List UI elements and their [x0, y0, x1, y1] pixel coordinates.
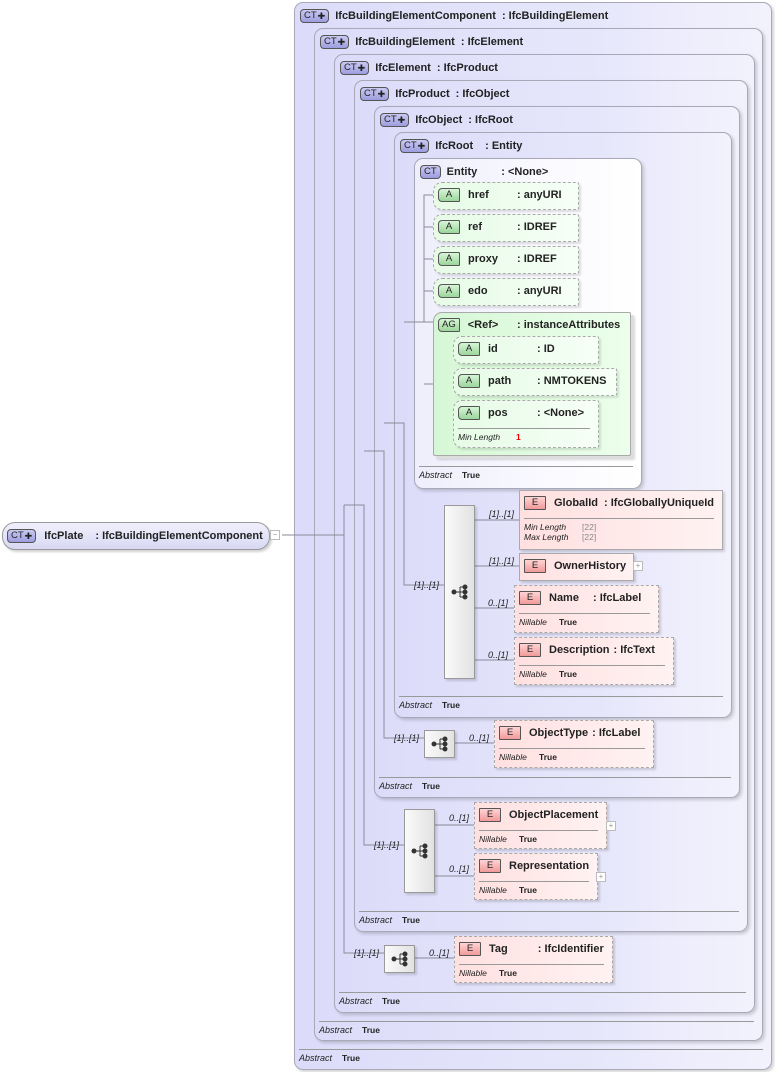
element-tag[interactable]: E Tag : IfcIdentifier Nillable True: [454, 936, 613, 983]
element-type: : IfcText: [613, 644, 655, 656]
element-facets: Min Length [22] Max Length [22]: [524, 518, 714, 542]
facet-min-length: Min Length 1: [458, 428, 590, 442]
element-type: : IfcIdentifier: [537, 943, 604, 955]
attribute-name: edo: [468, 285, 488, 297]
attribute-pos[interactable]: Apos : <None> Min Length 1: [453, 400, 599, 448]
sequence-cardinality: [1]..[1]: [414, 580, 440, 590]
element-name: GlobalId: [554, 497, 598, 509]
attribute-name: proxy: [468, 253, 498, 265]
attribute-edo[interactable]: Aedo : anyURI: [433, 278, 579, 306]
element-cardinality: 0..[1]: [449, 864, 470, 874]
attribute-badge: A: [438, 220, 460, 234]
sequence-ifcroot[interactable]: [444, 505, 475, 679]
element-name: ObjectPlacement: [509, 809, 599, 821]
element-name[interactable]: E Name : IfcLabel Nillable True: [514, 585, 659, 633]
type-name: IfcPlate: [44, 530, 84, 542]
attribute-id[interactable]: Aid : ID: [453, 336, 599, 364]
sequence-ifcelement[interactable]: [384, 945, 415, 973]
element-badge: E: [459, 942, 481, 956]
attribute-type: : NMTOKENS: [537, 375, 607, 387]
base-type: : IfcBuildingElementComponent: [95, 530, 263, 542]
element-type: : IfcLabel: [592, 592, 642, 604]
sequence-icon: [411, 843, 428, 859]
element-objecttype[interactable]: E ObjectType: IfcLabel Nillable True: [494, 720, 654, 768]
element-badge: E: [479, 859, 501, 873]
element-description[interactable]: E Description: IfcText Nillable True: [514, 637, 674, 685]
attribute-type: : <None>: [537, 407, 585, 419]
sequence-cardinality: [1]..[1]: [394, 733, 420, 743]
element-badge: E: [479, 808, 501, 822]
attribute-group-badge: AG: [438, 318, 460, 332]
attribute-name: pos: [488, 407, 508, 419]
expand-button[interactable]: +: [633, 561, 643, 571]
element-cardinality: 0..[1]: [469, 733, 490, 743]
group-type: : instanceAttributes: [517, 319, 621, 331]
attribute-name: href: [468, 189, 489, 201]
sequence-cardinality: [1]..[1]: [374, 840, 400, 850]
element-name: Tag: [489, 943, 508, 955]
expand-button[interactable]: +: [606, 821, 616, 831]
attribute-badge: A: [438, 284, 460, 298]
element-facets: Nillable True: [479, 881, 589, 895]
attribute-type: : ID: [537, 343, 555, 355]
element-badge: E: [519, 643, 541, 657]
element-badge: E: [524, 559, 546, 573]
element-cardinality: [1]..[1]: [489, 556, 515, 566]
attribute-type: : anyURI: [517, 285, 562, 297]
attribute-badge: A: [438, 252, 460, 266]
element-badge: E: [524, 496, 546, 510]
sequence-ifcproduct[interactable]: [404, 809, 435, 893]
complex-type-badge: CT ✚: [7, 529, 37, 543]
attribute-badge: A: [438, 188, 460, 202]
element-cardinality: [1]..[1]: [489, 509, 515, 519]
attribute-badge: A: [458, 374, 480, 388]
element-facets: Nillable True: [479, 830, 598, 844]
element-type: : IfcLabel: [592, 727, 641, 739]
element-badge: E: [519, 591, 541, 605]
attribute-badge: A: [458, 406, 480, 420]
attribute-type: : IDREF: [517, 253, 557, 265]
sequence-cardinality: [1]..[1]: [354, 948, 380, 958]
sequence-icon: [431, 736, 448, 752]
attribute-path[interactable]: Apath : NMTOKENS: [453, 368, 617, 396]
root-complex-type-ifcplate[interactable]: CT ✚ IfcPlate : IfcBuildingElementComponent: [2, 522, 270, 550]
element-facets: Nillable True: [519, 665, 665, 679]
element-globalid[interactable]: E GlobalId : IfcGloballyUniqueId Min Lengt…: [519, 490, 723, 550]
sequence-ifcobject[interactable]: [424, 730, 455, 758]
element-ownerhistory[interactable]: E OwnerHistory: [519, 553, 634, 581]
element-objectplacement[interactable]: E ObjectPlacement Nillable True: [474, 802, 607, 849]
element-cardinality: 0..[1]: [488, 598, 509, 608]
element-name: ObjectType: [529, 727, 589, 739]
attribute-href[interactable]: Ahref : anyURI: [433, 182, 579, 210]
sequence-icon: [451, 584, 468, 600]
element-cardinality: 0..[1]: [429, 948, 450, 958]
element-cardinality: 0..[1]: [449, 813, 470, 823]
element-facets: Nillable True: [499, 748, 645, 762]
group-name: <Ref>: [467, 319, 499, 331]
attribute-name: id: [488, 343, 498, 355]
attribute-ref[interactable]: Aref : IDREF: [433, 214, 579, 242]
element-badge: E: [499, 726, 521, 740]
element-facets: Nillable True: [519, 613, 650, 627]
attribute-proxy[interactable]: Aproxy : IDREF: [433, 246, 579, 274]
sequence-icon: [391, 951, 408, 967]
attribute-type: : IDREF: [517, 221, 557, 233]
element-cardinality: 0..[1]: [488, 650, 509, 660]
attribute-type: : anyURI: [517, 189, 562, 201]
element-name-label: Name: [549, 592, 579, 604]
element-name: OwnerHistory: [554, 560, 627, 572]
expand-button[interactable]: +: [596, 872, 606, 882]
element-name: Representation: [509, 860, 590, 872]
collapse-button[interactable]: −: [270, 530, 280, 540]
element-facets: Nillable True: [459, 964, 604, 978]
attribute-badge: A: [458, 342, 480, 356]
element-representation[interactable]: E Representation Nillable True: [474, 853, 598, 900]
element-type: : IfcGloballyUniqueId: [604, 497, 715, 509]
attribute-name: ref: [468, 221, 483, 233]
element-name: Description: [549, 644, 610, 656]
attribute-name: path: [488, 375, 512, 387]
